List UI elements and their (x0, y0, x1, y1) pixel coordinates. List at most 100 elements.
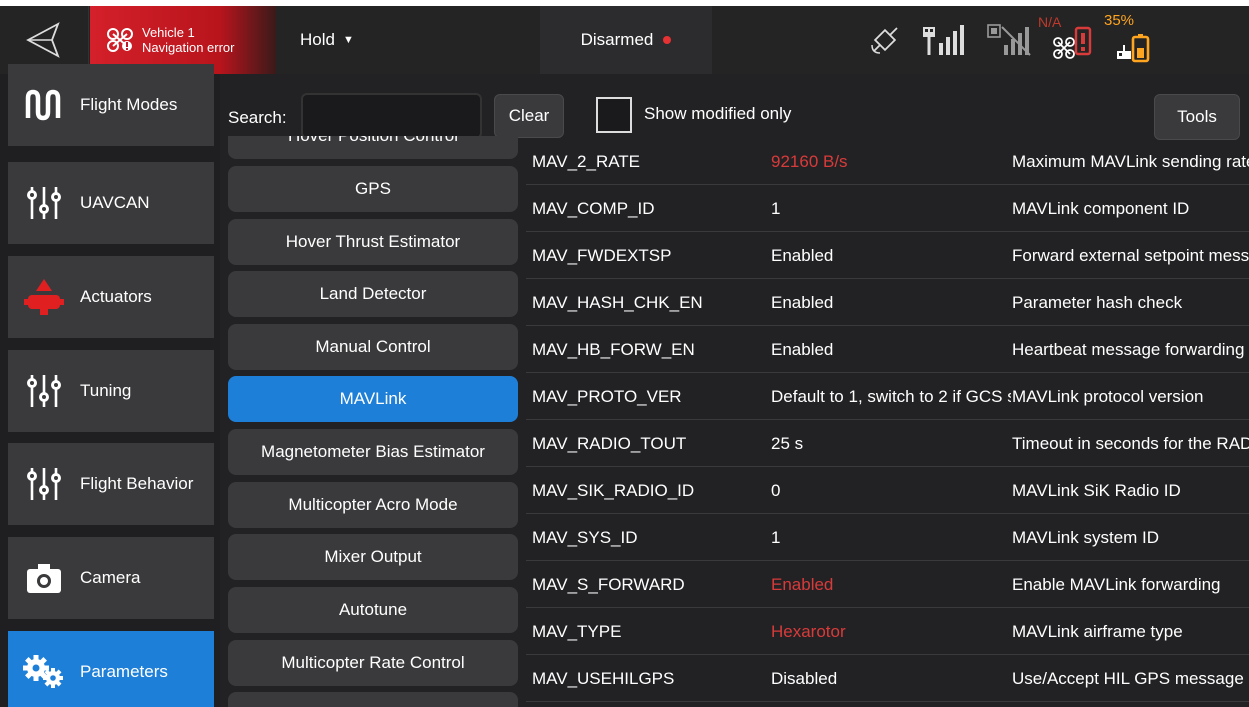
arm-status-button[interactable]: Disarmed (540, 6, 712, 74)
satellite-icon (871, 27, 898, 54)
sliders-icon (22, 464, 66, 504)
camera-icon (22, 561, 66, 595)
param-name: MAV_USEHILGPS (532, 669, 675, 688)
parameter-table: MAV_2_RATE 92160 B/s Maximum MAVLink sen… (526, 138, 1249, 707)
battery-percent: 35% (1104, 12, 1135, 29)
param-name: MAV_S_FORWARD (532, 575, 685, 594)
group-manual-control[interactable]: Manual Control (228, 324, 518, 370)
nav-label: Parameters (80, 662, 168, 681)
search-bar: Search: Clear Show modified only Tools (220, 74, 1249, 144)
show-modified-label: Show modified only (644, 104, 792, 123)
nav-label: Flight Modes (80, 95, 178, 114)
back-arrow-icon (26, 22, 60, 58)
param-description: MAVLink system ID (1012, 528, 1160, 547)
table-row[interactable]: MAV_2_RATE 92160 B/s Maximum MAVLink sen… (526, 138, 1249, 185)
nav-tuning[interactable]: Tuning (8, 350, 214, 432)
param-description: MAVLink airframe type (1012, 622, 1183, 641)
sliders-icon (22, 183, 66, 223)
status-icons: N/A 35% (860, 6, 1162, 74)
group-autotune[interactable]: Autotune (228, 587, 518, 633)
search-input[interactable] (301, 93, 482, 139)
param-value: 25 s (771, 434, 804, 453)
group-next-partial[interactable] (228, 692, 518, 707)
gps-indicator[interactable] (860, 6, 910, 74)
param-value: 1 (771, 199, 781, 218)
table-row[interactable]: MAV_HASH_CHK_EN Enabled Parameter hash c… (526, 279, 1249, 326)
table-row[interactable]: MAV_HB_FORW_EN Enabled Heartbeat message… (526, 326, 1249, 373)
vehicle-status-text: Navigation error (142, 40, 235, 55)
param-description: Timeout in seconds for the RADIO_STATUS … (1012, 434, 1249, 453)
param-name: MAV_COMP_ID (532, 199, 655, 218)
remote-id-indicator[interactable]: N/A (1038, 6, 1102, 74)
param-name: MAV_PROTO_VER (532, 387, 682, 406)
chevron-down-icon: ▼ (342, 34, 354, 46)
actuator-icon (22, 277, 66, 317)
status-dot-icon (663, 36, 672, 44)
param-value: Default to 1, switch to 2 if GCS sends v… (771, 387, 1011, 406)
group-magnetometer-bias-estimator[interactable]: Magnetometer Bias Estimator (228, 429, 518, 475)
flight-modes-icon (22, 88, 66, 122)
param-description: MAVLink component ID (1012, 199, 1190, 218)
rc-signal-indicator[interactable] (910, 6, 978, 74)
nav-parameters[interactable]: Parameters (8, 631, 214, 707)
telemetry-signal-icon (987, 24, 1031, 56)
param-name: MAV_RADIO_TOUT (532, 434, 687, 453)
table-row[interactable]: MAV_COMP_ID 1 MAVLink component ID (526, 185, 1249, 232)
nav-uavcan[interactable]: UAVCAN (8, 162, 214, 244)
param-description: Use/Accept HIL GPS message (1012, 669, 1244, 688)
show-modified-checkbox[interactable] (596, 97, 632, 133)
group-mixer-output[interactable]: Mixer Output (228, 534, 518, 580)
param-value: Hexarotor (771, 622, 846, 641)
nav-flight-behavior[interactable]: Flight Behavior (8, 443, 214, 525)
app-window: Vehicle 1 Navigation error Hold ▼ Disarm… (0, 6, 1249, 707)
table-row[interactable]: MAV_RADIO_TOUT 25 s Timeout in seconds f… (526, 420, 1249, 467)
param-value: Enabled (771, 293, 834, 312)
table-row[interactable]: MAV_S_FORWARD Enabled Enable MAVLink for… (526, 561, 1249, 608)
search-label: Search: (228, 108, 287, 127)
tools-button[interactable]: Tools (1154, 94, 1240, 140)
group-mavlink[interactable]: MAVLink (228, 376, 518, 422)
table-row[interactable]: MAV_SYS_ID 1 MAVLink system ID (526, 514, 1249, 561)
param-name: MAV_SYS_ID (532, 528, 638, 547)
group-multicopter-rate-control[interactable]: Multicopter Rate Control (228, 640, 518, 686)
param-name: MAV_2_RATE (532, 152, 641, 171)
param-value: Enabled (771, 575, 834, 594)
gears-icon (22, 654, 66, 690)
group-hover-position-control[interactable]: Hover Position Control (228, 136, 518, 159)
vehicle-name: Vehicle 1 (142, 25, 195, 40)
flight-mode-label: Hold (300, 30, 335, 49)
parameter-group-list: Hover Position Control GPS Hover Thrust … (220, 136, 526, 707)
table-row[interactable]: MAV_FWDEXTSP Enabled Forward external se… (526, 232, 1249, 279)
group-multicopter-acro-mode[interactable]: Multicopter Acro Mode (228, 482, 518, 528)
nav-label: Camera (80, 568, 141, 587)
param-name: MAV_FWDEXTSP (532, 246, 672, 265)
param-description: Parameter hash check (1012, 293, 1183, 312)
battery-indicator[interactable]: 35% (1102, 6, 1162, 74)
param-description: Enable MAVLink forwarding (1012, 575, 1221, 594)
nav-actuators[interactable]: Actuators (8, 256, 214, 338)
param-description: Forward external setpoint messages (1012, 246, 1249, 265)
param-description: Heartbeat message forwarding (1012, 340, 1245, 359)
flight-mode-dropdown[interactable]: Hold ▼ (276, 6, 540, 74)
table-row[interactable]: MAV_USEHILGPS Disabled Use/Accept HIL GP… (526, 655, 1249, 702)
nav-flight-modes[interactable]: Flight Modes (8, 64, 214, 146)
table-row[interactable]: MAV_TYPE Hexarotor MAVLink airframe type (526, 608, 1249, 655)
param-description: Maximum MAVLink sending rate (1012, 152, 1249, 171)
telemetry-indicator[interactable] (978, 6, 1040, 74)
param-description: MAVLink protocol version (1012, 387, 1204, 406)
param-value: 0 (771, 481, 781, 500)
param-value: Enabled (771, 340, 834, 359)
clear-button[interactable]: Clear (494, 94, 564, 138)
group-land-detector[interactable]: Land Detector (228, 271, 518, 317)
table-row[interactable]: MAV_SIK_RADIO_ID 0 MAVLink SiK Radio ID (526, 467, 1249, 514)
param-value: Disabled (771, 669, 838, 688)
nav-label: Flight Behavior (80, 474, 194, 493)
param-value: Enabled (771, 246, 834, 265)
param-name: MAV_HB_FORW_EN (532, 340, 695, 359)
group-hover-thrust-estimator[interactable]: Hover Thrust Estimator (228, 219, 518, 265)
group-gps[interactable]: GPS (228, 166, 518, 212)
rc-na-text: N/A (1038, 14, 1062, 30)
table-row[interactable]: MAV_PROTO_VER Default to 1, switch to 2 … (526, 373, 1249, 420)
nav-camera[interactable]: Camera (8, 537, 214, 619)
param-value: 1 (771, 528, 781, 547)
